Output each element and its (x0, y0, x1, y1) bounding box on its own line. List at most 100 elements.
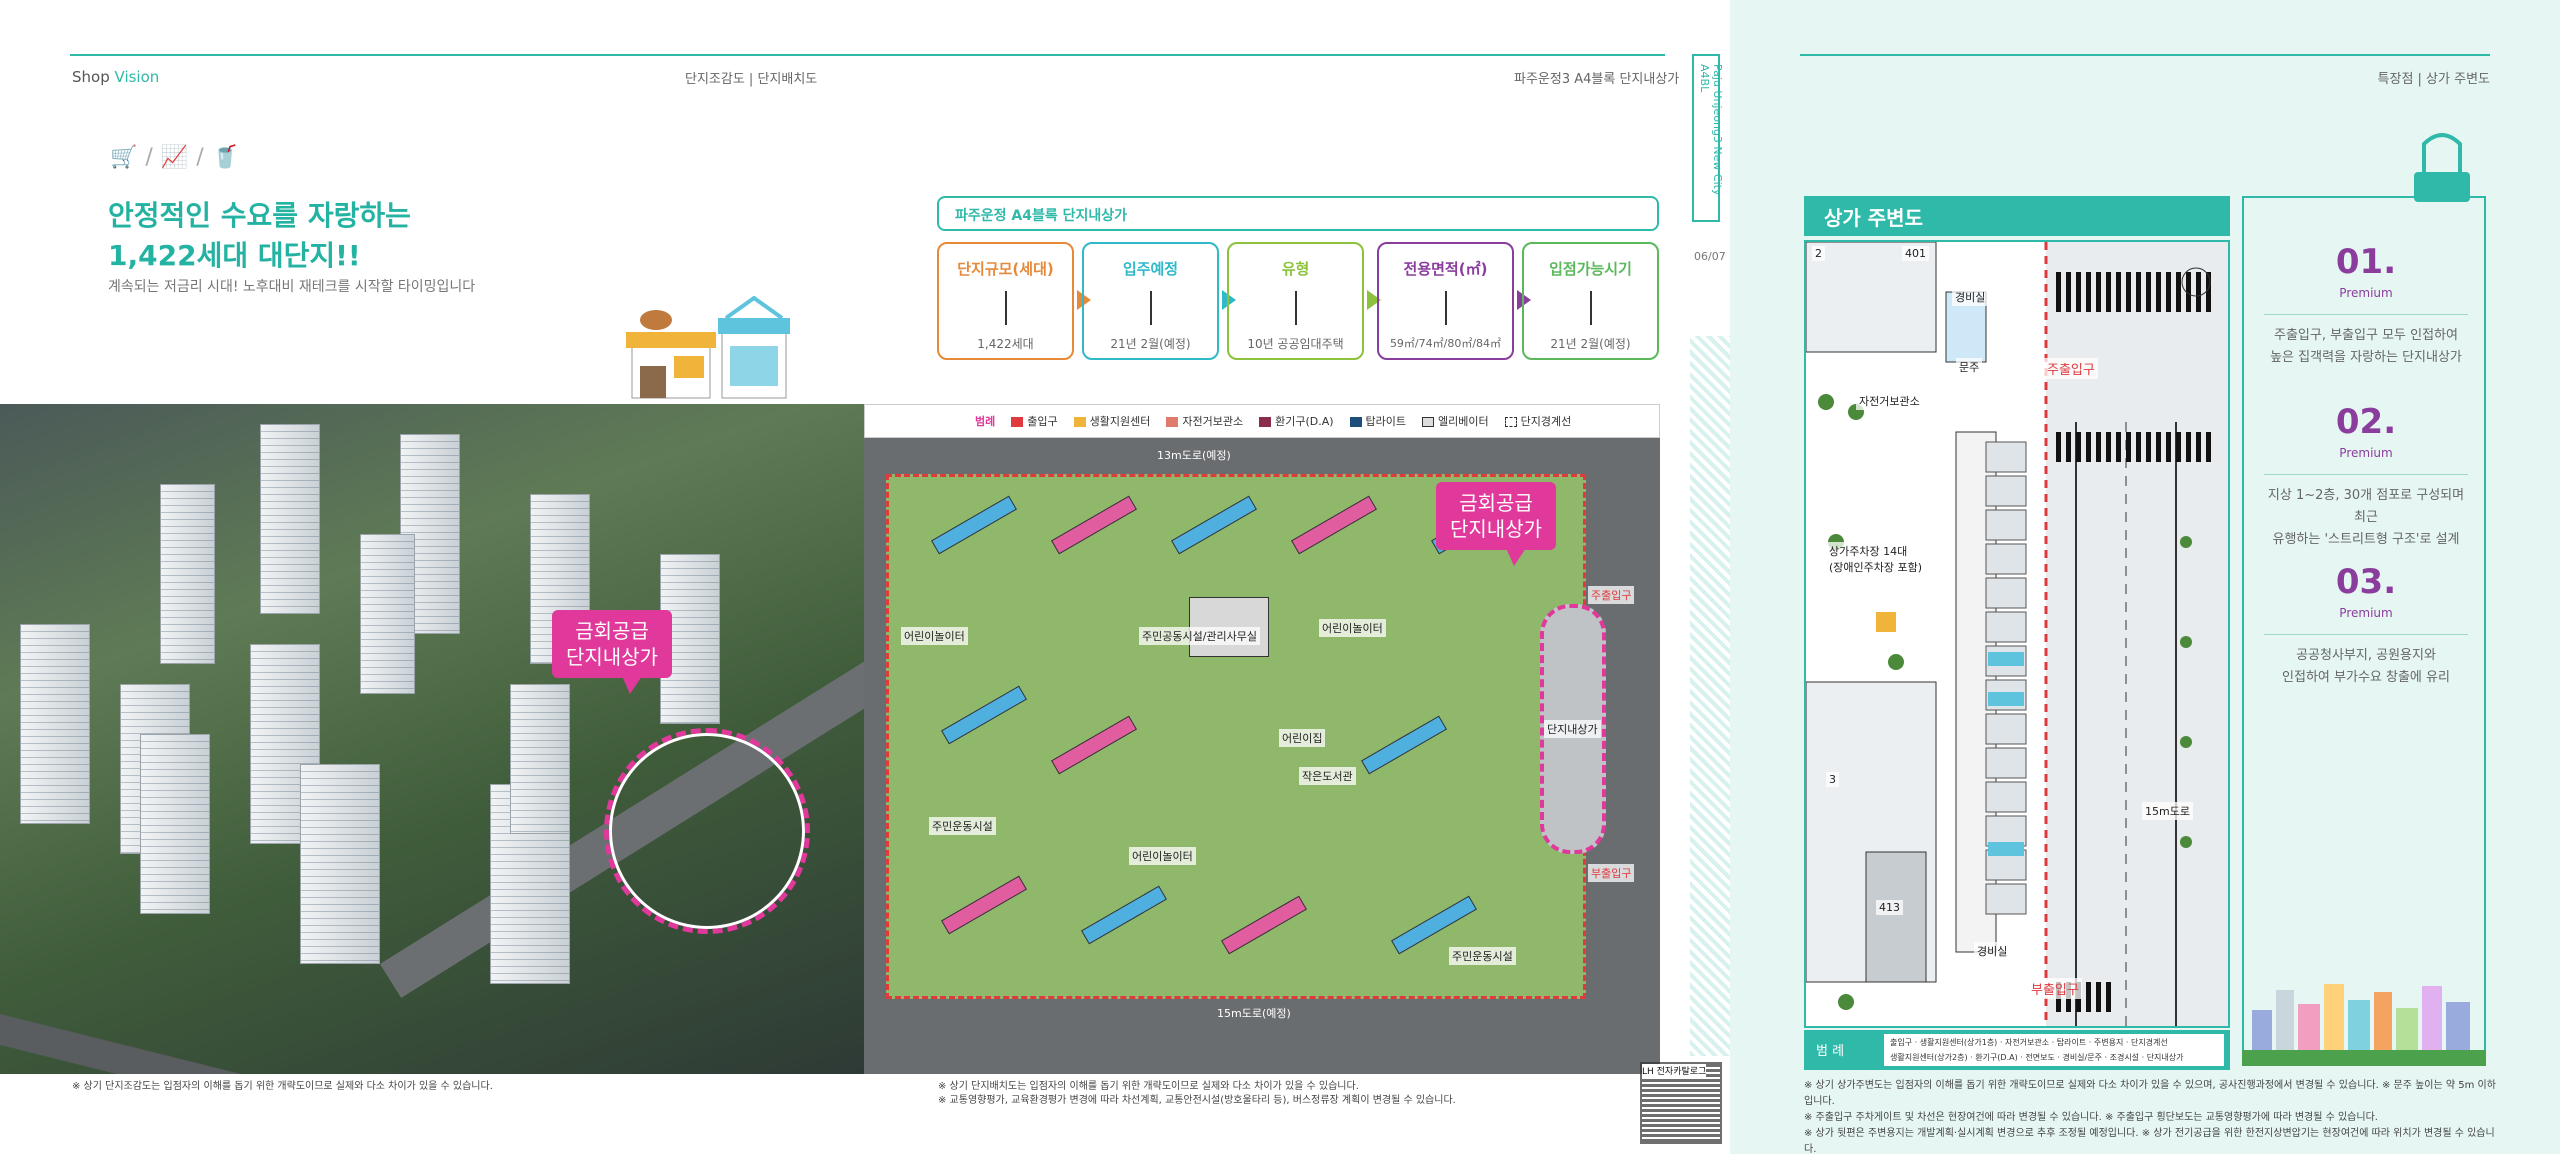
map-legend-item: 주변용지 (2093, 1038, 2124, 1047)
brand: Shop Vision (72, 68, 159, 86)
header-project: 파주운정3 A4블록 단지내상가 (1514, 72, 1680, 87)
headline-line2: 1,422세대 대단지!! (108, 239, 361, 272)
info-value: 59㎡/74㎡/80㎡/84㎡ (1389, 337, 1502, 350)
chart-icon: 📈 (160, 145, 189, 170)
legend-label: 환기구(D.A) (1275, 415, 1334, 428)
map-drawing (1806, 242, 2228, 1026)
premium-number: 03. (2335, 562, 2397, 602)
info-title: 파주운정 A4블록 단지내상가 (937, 196, 1659, 231)
decorative-stripe (1690, 336, 1730, 1056)
right-notes: ※ 상기 상가주변도는 입점자의 이해를 돕기 위한 개략도이므로 실제와 다소… (1804, 1078, 2504, 1154)
legend-entry: 환기구(D.A) (1259, 413, 1334, 429)
map-bld-2: 2 (1812, 246, 1825, 261)
info-value: 21년 2월(예정) (1550, 337, 1631, 351)
headline-line1: 안정적인 수요를 자랑하는 (108, 199, 411, 232)
info-box-scale: 단지규모(세대) 1,422세대 (937, 242, 1074, 360)
site-label: 주민운동시설 (929, 817, 996, 835)
premium-label: Premium (2339, 286, 2393, 300)
legend-label: 출입구 (1027, 415, 1058, 428)
map-parking-label: 상가주차장 14대 (1829, 545, 1908, 558)
right-header: 특장점 | 상가 주변도 (2377, 72, 2490, 87)
binder-clip-icon (2414, 133, 2470, 202)
headline: 안정적인 수요를 자랑하는 1,422세대 대단지!! (108, 196, 411, 276)
map-legend-item: 단지경계선 (2130, 1038, 2168, 1047)
info-value: 1,422세대 (977, 337, 1034, 351)
aerial-footnote: ※ 상기 단지조감도는 입점자의 이해를 돕기 위한 개략도이므로 실제와 다소… (72, 1081, 493, 1092)
city-illustration (2242, 984, 2486, 1066)
right-header-rule (1800, 54, 2490, 56)
shop-strip-label: 단지내상가 (1544, 720, 1601, 738)
premium-desc: 공공청사부지, 공원용지와 인접하여 부가수요 창출에 유리 (2264, 634, 2468, 689)
info-label: 입주예정 (1122, 260, 1179, 278)
site-plan: 범례 출입구 생활지원센터 자전거보관소 환기구(D.A) 탑라이트 엘리베이터… (864, 404, 1660, 1074)
legend-entry: 탑라이트 (1349, 413, 1406, 429)
premium-card: 01. Premium 주출입구, 부출입구 모두 인접하여 높은 집객력을 자… (2242, 196, 2486, 1066)
main-entry-label: 주출입구 (1588, 586, 1635, 604)
aerial-view: 금회공급 단지내상가 (0, 404, 864, 1074)
legend-entry: 생활지원센터 (1073, 413, 1150, 429)
left-page: Shop Vision 단지조감도 | 단지배치도 파주운정3 A4블록 단지내… (0, 0, 1730, 1154)
premium-line: 지상 1~2층, 30개 점포로 구성되며 최근 (2267, 488, 2465, 525)
premium-desc: 주출입구, 부출입구 모두 인접하여 높은 집객력을 자랑하는 단지내상가 (2264, 314, 2468, 369)
map-legend: 범 례 출입구 · 생활지원센터(상가1층) · 자전거보관소 · 탑라이트 ·… (1804, 1030, 2230, 1070)
map-bld-413: 413 (1876, 900, 1903, 915)
callout-line2: 단지내상가 (566, 645, 658, 669)
map-legend-title: 범 례 (1816, 1044, 1845, 1059)
info-label: 입점가능시기 (1549, 260, 1632, 278)
legend-entry: 엘리베이터 (1422, 413, 1489, 429)
right-page: 특장점 | 상가 주변도 상가 주변도 2 401 경비실 문주 주출입구 자전… (1730, 0, 2560, 1154)
header-section: 단지조감도 | 단지배치도 (685, 72, 818, 87)
site-callout: 금회공급 단지내상가 (1436, 482, 1556, 566)
map-legend-item: 단지내상가 (2146, 1053, 2184, 1062)
premium-line: 주출입구, 부출입구 모두 인접하여 (2274, 328, 2458, 343)
site-label: 어린이집 (1279, 729, 1326, 747)
callout-line1: 금회공급 (575, 619, 649, 643)
header-rule (70, 54, 1665, 56)
info-value: 21년 2월(예정) (1110, 337, 1191, 351)
map-parking: 상가주차장 14대 (장애인주차장 포함) (1826, 542, 1926, 576)
info-value: 10년 공공임대주택 (1247, 337, 1344, 351)
premium-line: 높은 집객력을 자랑하는 단지내상가 (2270, 350, 2462, 365)
icon-row: 🛒 / 📈 / 🥤 (110, 145, 240, 170)
map-legend-item: 자전거보관소 (2004, 1038, 2050, 1047)
map-bike: 자전거보관소 (1856, 392, 1923, 410)
legend-label: 엘리베이터 (1438, 415, 1489, 428)
site-boundary: 어린이놀이터 주민공동시설/관리사무실 어린이놀이터 어린이집 주민운동시설 어… (886, 474, 1586, 999)
callout-line2: 단지내상가 (1450, 517, 1542, 541)
premium-label: Premium (2339, 606, 2393, 620)
site-label: 주민공동시설/관리사무실 (1139, 627, 1261, 645)
site-label: 어린이놀이터 (901, 627, 968, 645)
map-legend-items: 출입구 · 생활지원센터(상가1층) · 자전거보관소 · 탑라이트 · 주변용… (1884, 1034, 2224, 1066)
premium-number: 02. (2335, 402, 2397, 442)
info-label: 단지규모(세대) (957, 260, 1054, 278)
site-footnote-2: ※ 교통영향평가, 교육환경평가 변경에 따라 차선계획, 교통안전시설(방호울… (938, 1095, 1456, 1106)
note-line: ※ 주출입구 주차게이트 및 차선은 현장여건에 따라 변경될 수 있습니다. … (1804, 1112, 2378, 1123)
vertical-tab-label: Paju Unjeong3 New City A4BL (1698, 64, 1724, 196)
legend-entry: 출입구 (1011, 413, 1058, 429)
note-line: ※ 상가 뒷편은 주변용지는 개발계획·실시계획 변경으로 추후 조정될 예정입… (1804, 1128, 2495, 1154)
legend-label: 자전거보관소 (1182, 415, 1244, 428)
premium-line: 공공청사부지, 공원용지와 (2296, 648, 2436, 663)
map-road: 15m도로 (2142, 802, 2193, 820)
map-bld-401: 401 (1902, 246, 1929, 261)
premium-line: 인접하여 부가수요 창출에 유리 (2282, 670, 2450, 685)
road-label-top: 13m도로(예정) (1157, 449, 1231, 462)
page-number: 06/07 (1694, 250, 1726, 263)
drink-icon: 🥤 (211, 145, 240, 170)
map-sub-entry: 부출입구 (2028, 978, 2082, 999)
info-box-moving: 입주예정 21년 2월(예정) (1082, 242, 1219, 360)
legend-label: 단지경계선 (1520, 415, 1572, 428)
site-label: 어린이놀이터 (1129, 847, 1196, 865)
map-legend-item: 환기구(D.A) (1975, 1053, 2018, 1062)
legend-entry: 단지경계선 (1504, 413, 1572, 429)
map-gate: 문주 (1956, 358, 1983, 376)
premium-label: Premium (2339, 446, 2393, 460)
site-footnote-1: ※ 상기 단지배치도는 입점자의 이해를 돕기 위한 개략도이므로 실제와 다소… (938, 1081, 1359, 1092)
sub-entry-label: 부출입구 (1588, 864, 1635, 882)
map-parking-sub: (장애인주차장 포함) (1829, 561, 1923, 574)
site-legend: 범례 출입구 생활지원센터 자전거보관소 환기구(D.A) 탑라이트 엘리베이터… (864, 404, 1660, 438)
brand-prefix: Shop (72, 68, 110, 86)
premium-number: 01. (2335, 242, 2397, 282)
surrounding-map: 2 401 경비실 문주 주출입구 자전거보관소 상가주차장 14대 (장애인주… (1804, 240, 2230, 1028)
site-label: 작은도서관 (1299, 767, 1356, 785)
